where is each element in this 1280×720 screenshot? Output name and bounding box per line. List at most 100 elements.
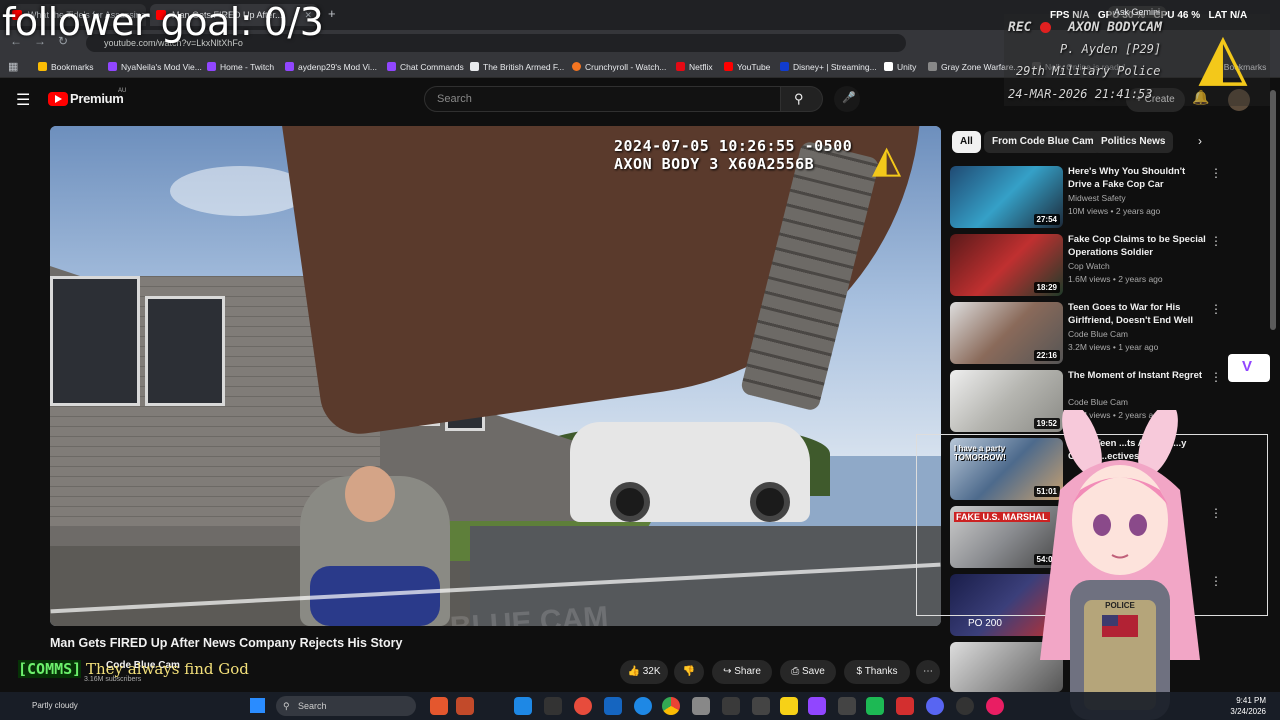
video-thumbnail[interactable]: 22:16	[950, 302, 1063, 364]
share-button[interactable]: ↪ Share	[712, 660, 772, 684]
thanks-icon: $	[856, 666, 863, 677]
chip-all[interactable]: All	[952, 131, 981, 153]
taskbar-app-icon[interactable]	[430, 697, 448, 715]
voice-search-button[interactable]: 🎤	[834, 86, 860, 112]
more-vert-icon[interactable]: ⋮	[1210, 302, 1222, 316]
axon-hud-logo-icon: ◭	[1198, 20, 1248, 92]
more-vert-icon[interactable]: ⋮	[1210, 370, 1222, 384]
recommended-channel[interactable]: Code Blue Cam	[1068, 397, 1128, 407]
bookmark-item[interactable]: Netflix	[676, 56, 713, 78]
search-icon: ⚲	[794, 91, 804, 106]
youtube-logo-icon[interactable]	[48, 92, 68, 106]
taskbar-search[interactable]: ⚲ Search	[276, 696, 416, 716]
bookmark-item[interactable]: Bookmarks	[38, 56, 94, 78]
search-placeholder: Search	[437, 93, 472, 105]
bookmark-item[interactable]: aydenp29's Mod Vi...	[285, 56, 377, 78]
taskbar-app-icon[interactable]	[692, 697, 710, 715]
taskbar-app-icon[interactable]	[722, 697, 740, 715]
taskbar-app-icon[interactable]	[838, 697, 856, 715]
chip-from-channel[interactable]: From Code Blue Cam	[984, 131, 1102, 153]
recommended-title[interactable]: Here's Why You Shouldn't Drive a Fake Co…	[1068, 166, 1208, 191]
page-scrollbar[interactable]	[1270, 90, 1276, 330]
axon-logo-icon: ◭	[872, 139, 902, 181]
share-icon: ↪	[723, 666, 732, 677]
taskbar-app-icon[interactable]	[896, 697, 914, 715]
hud-unit: 29th Military Police	[1016, 64, 1161, 78]
recommended-video[interactable]: 18:29 Fake Cop Claims to be Special Oper…	[950, 234, 1280, 298]
microphone-icon: 🎤	[842, 92, 856, 104]
video-player[interactable]: BLUE CAM	[50, 126, 941, 626]
more-vert-icon[interactable]: ⋮	[1210, 234, 1222, 248]
video-thumbnail[interactable]: 18:29	[950, 234, 1063, 296]
recommended-video[interactable]: 27:54 Here's Why You Shouldn't Drive a F…	[950, 166, 1280, 230]
recommended-meta: 1.6M views • 2 years ago	[1068, 274, 1163, 284]
bodycam-device-id: AXON BODY 3 X60A2556B	[614, 155, 815, 173]
taskbar-app-icon[interactable]	[514, 697, 532, 715]
thumbnail-caption: PO 200	[968, 618, 1002, 629]
taskbar-app-icon[interactable]	[456, 697, 474, 715]
taskbar-app-icon[interactable]	[986, 697, 1004, 715]
bookmark-icon: ⎙	[791, 666, 800, 677]
recommended-channel[interactable]: Cop Watch	[1068, 261, 1110, 271]
vtuber-avatar: POLICE	[1040, 410, 1200, 720]
edge-browser-icon[interactable]	[634, 697, 652, 715]
bookmark-item[interactable]: Disney+ | Streaming...	[780, 56, 877, 78]
twitch-icon[interactable]	[808, 697, 826, 715]
more-actions-button[interactable]: ⋯	[916, 660, 940, 684]
video-thumbnail[interactable]: 27:54	[950, 166, 1063, 228]
taskbar-app-icon[interactable]	[866, 697, 884, 715]
hud-user: P. Ayden [P29]	[1060, 42, 1162, 56]
taskbar-app-icon[interactable]	[752, 697, 770, 715]
recording-dot-icon	[1040, 22, 1051, 33]
bookmark-item[interactable]: Chat Commands	[387, 56, 464, 78]
chat-prefix: [COMMS]	[18, 660, 82, 678]
youtube-logo-text[interactable]: Premium	[70, 91, 124, 106]
more-vert-icon[interactable]: ⋮	[1210, 166, 1222, 180]
menu-icon[interactable]: ☰	[16, 90, 30, 110]
police-patch: POLICE	[1105, 601, 1135, 610]
discord-icon[interactable]	[926, 697, 944, 715]
search-input[interactable]: Search	[424, 86, 781, 112]
search-button[interactable]: ⚲	[781, 86, 823, 112]
recommended-title[interactable]: Teen Goes to War for His Girlfriend, Doe…	[1068, 302, 1208, 327]
region-code: AU	[118, 88, 127, 94]
new-tab-icon[interactable]: +	[328, 6, 336, 21]
like-button[interactable]: 👍 32K	[620, 660, 668, 684]
chat-text: They always find God	[86, 660, 249, 678]
bookmark-item[interactable]: YouTube	[724, 56, 770, 78]
bookmark-item[interactable]: Home - Twitch	[207, 56, 274, 78]
chevron-right-icon[interactable]: ›	[1198, 134, 1202, 148]
bookmark-item[interactable]: Crunchyroll - Watch...	[572, 56, 666, 78]
apps-grid-icon[interactable]: ▦	[8, 60, 18, 73]
thanks-button[interactable]: $ Thanks	[844, 660, 910, 684]
stream-widget: V	[1228, 354, 1270, 382]
video-title: Man Gets FIRED Up After News Company Rej…	[50, 636, 403, 650]
hud-title: AXON BODYCAM	[1068, 20, 1162, 35]
taskbar-app-icon[interactable]	[574, 697, 592, 715]
chrome-browser-icon[interactable]	[662, 697, 680, 715]
recommended-channel[interactable]: Midwest Safety	[1068, 193, 1126, 203]
weather-widget[interactable]: Partly cloudy	[32, 701, 78, 710]
hud-datetime: 24-MAR-2026 21:41:53	[1008, 87, 1153, 101]
taskbar-app-icon[interactable]	[604, 697, 622, 715]
recommended-title[interactable]: The Moment of Instant Regret	[1068, 370, 1208, 383]
bookmark-item[interactable]: Unity	[884, 56, 916, 78]
video-frame-car	[570, 422, 810, 522]
ask-gemini-button[interactable]: Ask Gemini	[1108, 6, 1167, 18]
bookmark-item[interactable]: NyaNeila's Mod Vie...	[108, 56, 202, 78]
taskbar-app-icon[interactable]	[544, 697, 562, 715]
recommended-meta: 10M views • 2 years ago	[1068, 206, 1161, 216]
taskbar-app-icon[interactable]	[956, 697, 974, 715]
save-button[interactable]: ⎙ Save	[780, 660, 836, 684]
bookmark-item[interactable]: The British Armed F...	[470, 56, 564, 78]
bodycam-timestamp: 2024-07-05 10:26:55 -0500	[614, 137, 853, 155]
windows-start-icon[interactable]	[250, 698, 265, 713]
recommended-channel[interactable]: Code Blue Cam	[1068, 329, 1128, 339]
chip-politics-news[interactable]: Politics News	[1093, 131, 1174, 153]
recommended-title[interactable]: Fake Cop Claims to be Special Operations…	[1068, 234, 1208, 259]
thumbs-up-icon: 👍	[627, 666, 640, 677]
taskbar-app-icon[interactable]	[780, 697, 798, 715]
recommended-meta: 3.2M views • 1 year ago	[1068, 342, 1159, 352]
dislike-button[interactable]: 👎	[674, 660, 704, 684]
system-clock[interactable]: 9:41 PM 3/24/2026	[1230, 695, 1266, 717]
